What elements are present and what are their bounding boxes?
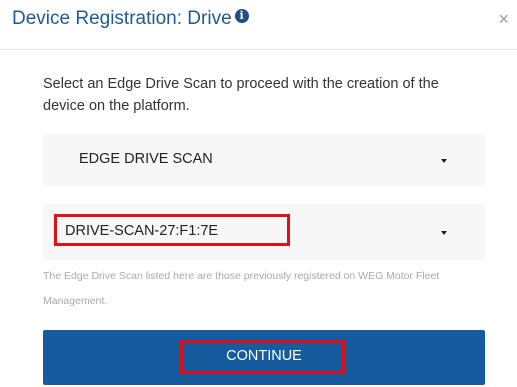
dialog-header: Device Registration: Drive i × xyxy=(0,0,517,50)
help-text: The Edge Drive Scan listed here are thos… xyxy=(43,270,440,307)
dialog-title: Device Registration: Drive i xyxy=(12,8,249,30)
edge-drive-scan-type-select[interactable]: EDGE DRIVE SCAN xyxy=(43,134,485,186)
continue-button[interactable]: CONTINUE xyxy=(43,330,485,385)
highlight-annotation xyxy=(180,340,345,374)
highlight-annotation xyxy=(54,214,290,246)
edge-drive-scan-device-select[interactable]: DRIVE-SCAN-27:F1:7E xyxy=(43,204,485,260)
close-icon[interactable]: × xyxy=(498,10,509,28)
info-icon[interactable]: i xyxy=(234,9,249,23)
dialog-title-text: Device Registration: Drive xyxy=(12,8,232,29)
select-value: EDGE DRIVE SCAN xyxy=(79,151,213,167)
device-registration-dialog: Device Registration: Drive i × Select an … xyxy=(0,0,517,387)
dialog-description: Select an Edge Drive Scan to proceed wit… xyxy=(43,76,439,114)
caret-down-icon xyxy=(441,231,447,235)
caret-down-icon xyxy=(441,159,447,163)
